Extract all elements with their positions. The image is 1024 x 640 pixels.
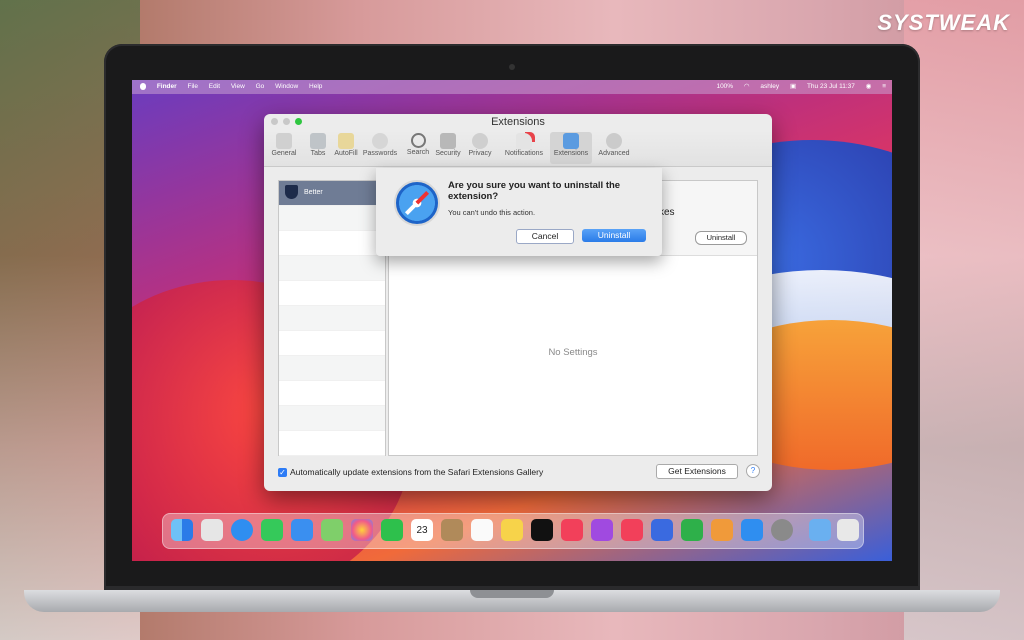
system-preferences-icon[interactable]: [771, 519, 793, 541]
list-item: [279, 356, 385, 381]
toolbar: General Tabs AutoFill Passwords Search S…: [264, 130, 772, 167]
key-icon: [372, 133, 388, 149]
news-icon[interactable]: [621, 519, 643, 541]
reminders-icon[interactable]: [471, 519, 493, 541]
notification-center-icon[interactable]: ≡: [882, 83, 886, 90]
menubar: Finder File Edit View Go Window Help 100…: [132, 80, 892, 94]
notifications-icon: [516, 133, 532, 149]
puzzle-icon: [563, 133, 579, 149]
music-icon[interactable]: [561, 519, 583, 541]
get-extensions-button[interactable]: Get Extensions: [656, 464, 738, 479]
launchpad-icon[interactable]: [201, 519, 223, 541]
facetime-icon[interactable]: [381, 519, 403, 541]
maps-icon[interactable]: [321, 519, 343, 541]
control-icon[interactable]: ▣: [790, 83, 796, 90]
dock: 23: [162, 513, 864, 549]
cancel-button[interactable]: Cancel: [516, 229, 574, 244]
brand-logo: SYSTWEAK: [877, 10, 1010, 35]
downloads-folder-icon[interactable]: [809, 519, 831, 541]
tab-notifications[interactable]: Notifications: [500, 132, 548, 164]
dialog-title: Are you sure you want to uninstall the e…: [448, 180, 621, 202]
tab-advanced[interactable]: Advanced: [594, 132, 634, 164]
zoom-button[interactable]: [295, 118, 302, 125]
screen: Finder File Edit View Go Window Help 100…: [132, 80, 892, 561]
calendar-icon[interactable]: 23: [411, 519, 433, 541]
tab-security[interactable]: Security: [430, 132, 466, 164]
menu-view[interactable]: View: [231, 83, 245, 90]
app-store-icon[interactable]: [741, 519, 763, 541]
safari-icon: [394, 180, 440, 226]
magnifier-icon: [410, 133, 426, 148]
podcasts-icon[interactable]: [591, 519, 613, 541]
siri-icon[interactable]: ◉: [866, 83, 872, 90]
list-item: [279, 281, 385, 306]
uninstall-confirm-dialog: Are you sure you want to uninstall the e…: [376, 168, 662, 256]
uninstall-button[interactable]: Uninstall: [695, 231, 747, 245]
menu-edit[interactable]: Edit: [209, 83, 220, 90]
camera: [509, 64, 515, 70]
list-item: [279, 431, 385, 456]
contacts-icon[interactable]: [441, 519, 463, 541]
help-button[interactable]: ?: [746, 464, 760, 478]
trash-icon[interactable]: [837, 519, 859, 541]
keynote-icon[interactable]: [651, 519, 673, 541]
list-item: [279, 381, 385, 406]
tab-autofill[interactable]: AutoFill: [328, 132, 364, 164]
list-item: [279, 256, 385, 281]
menu-go[interactable]: Go: [256, 83, 265, 90]
notes-icon[interactable]: [501, 519, 523, 541]
no-settings-text: No Settings: [548, 347, 598, 358]
list-item: [279, 306, 385, 331]
extensions-list: Better: [278, 180, 386, 456]
window-title: Extensions: [491, 116, 545, 128]
pencil-icon: [338, 133, 354, 149]
menu-file[interactable]: File: [188, 83, 198, 90]
battery-status[interactable]: 100%: [716, 83, 733, 90]
menu-help[interactable]: Help: [309, 83, 322, 90]
finder-icon[interactable]: [171, 519, 193, 541]
shield-icon: [285, 185, 298, 200]
menu-window[interactable]: Window: [275, 83, 298, 90]
laptop-base: [24, 590, 1000, 612]
tab-extensions[interactable]: Extensions: [550, 132, 592, 164]
numbers-icon[interactable]: [681, 519, 703, 541]
close-button[interactable]: [271, 118, 278, 125]
list-item[interactable]: Better: [279, 181, 385, 206]
tv-icon[interactable]: [531, 519, 553, 541]
apple-menu-icon[interactable]: [140, 82, 146, 90]
user-menu[interactable]: ashley: [760, 83, 779, 90]
list-item: [279, 331, 385, 356]
tab-passwords[interactable]: Passwords: [362, 132, 398, 164]
list-item: [279, 231, 385, 256]
safari-dock-icon[interactable]: [231, 519, 253, 541]
wifi-icon[interactable]: ◠: [744, 83, 750, 90]
auto-update-checkbox[interactable]: ✓ Automatically update extensions from th…: [278, 467, 543, 478]
gear-icon: [606, 133, 622, 149]
tab-general[interactable]: General: [266, 132, 302, 164]
mail-icon[interactable]: [291, 519, 313, 541]
messages-icon[interactable]: [261, 519, 283, 541]
tabs-icon: [310, 133, 326, 149]
hand-icon: [472, 133, 488, 149]
tab-privacy[interactable]: Privacy: [462, 132, 498, 164]
photos-icon[interactable]: [351, 519, 373, 541]
clock[interactable]: Thu 23 Jul 11:37: [807, 83, 855, 90]
menu-finder[interactable]: Finder: [157, 83, 177, 90]
list-item: [279, 406, 385, 431]
general-icon: [276, 133, 292, 149]
laptop-lid: Finder File Edit View Go Window Help 100…: [104, 44, 920, 592]
lock-icon: [440, 133, 456, 149]
dialog-message: You can't undo this action.: [448, 208, 536, 217]
checkmark-icon: ✓: [278, 468, 287, 478]
background-right: [904, 0, 1024, 640]
pages-icon[interactable]: [711, 519, 733, 541]
list-item: [279, 206, 385, 231]
minimize-button[interactable]: [283, 118, 290, 125]
confirm-uninstall-button[interactable]: Uninstall: [582, 229, 646, 242]
